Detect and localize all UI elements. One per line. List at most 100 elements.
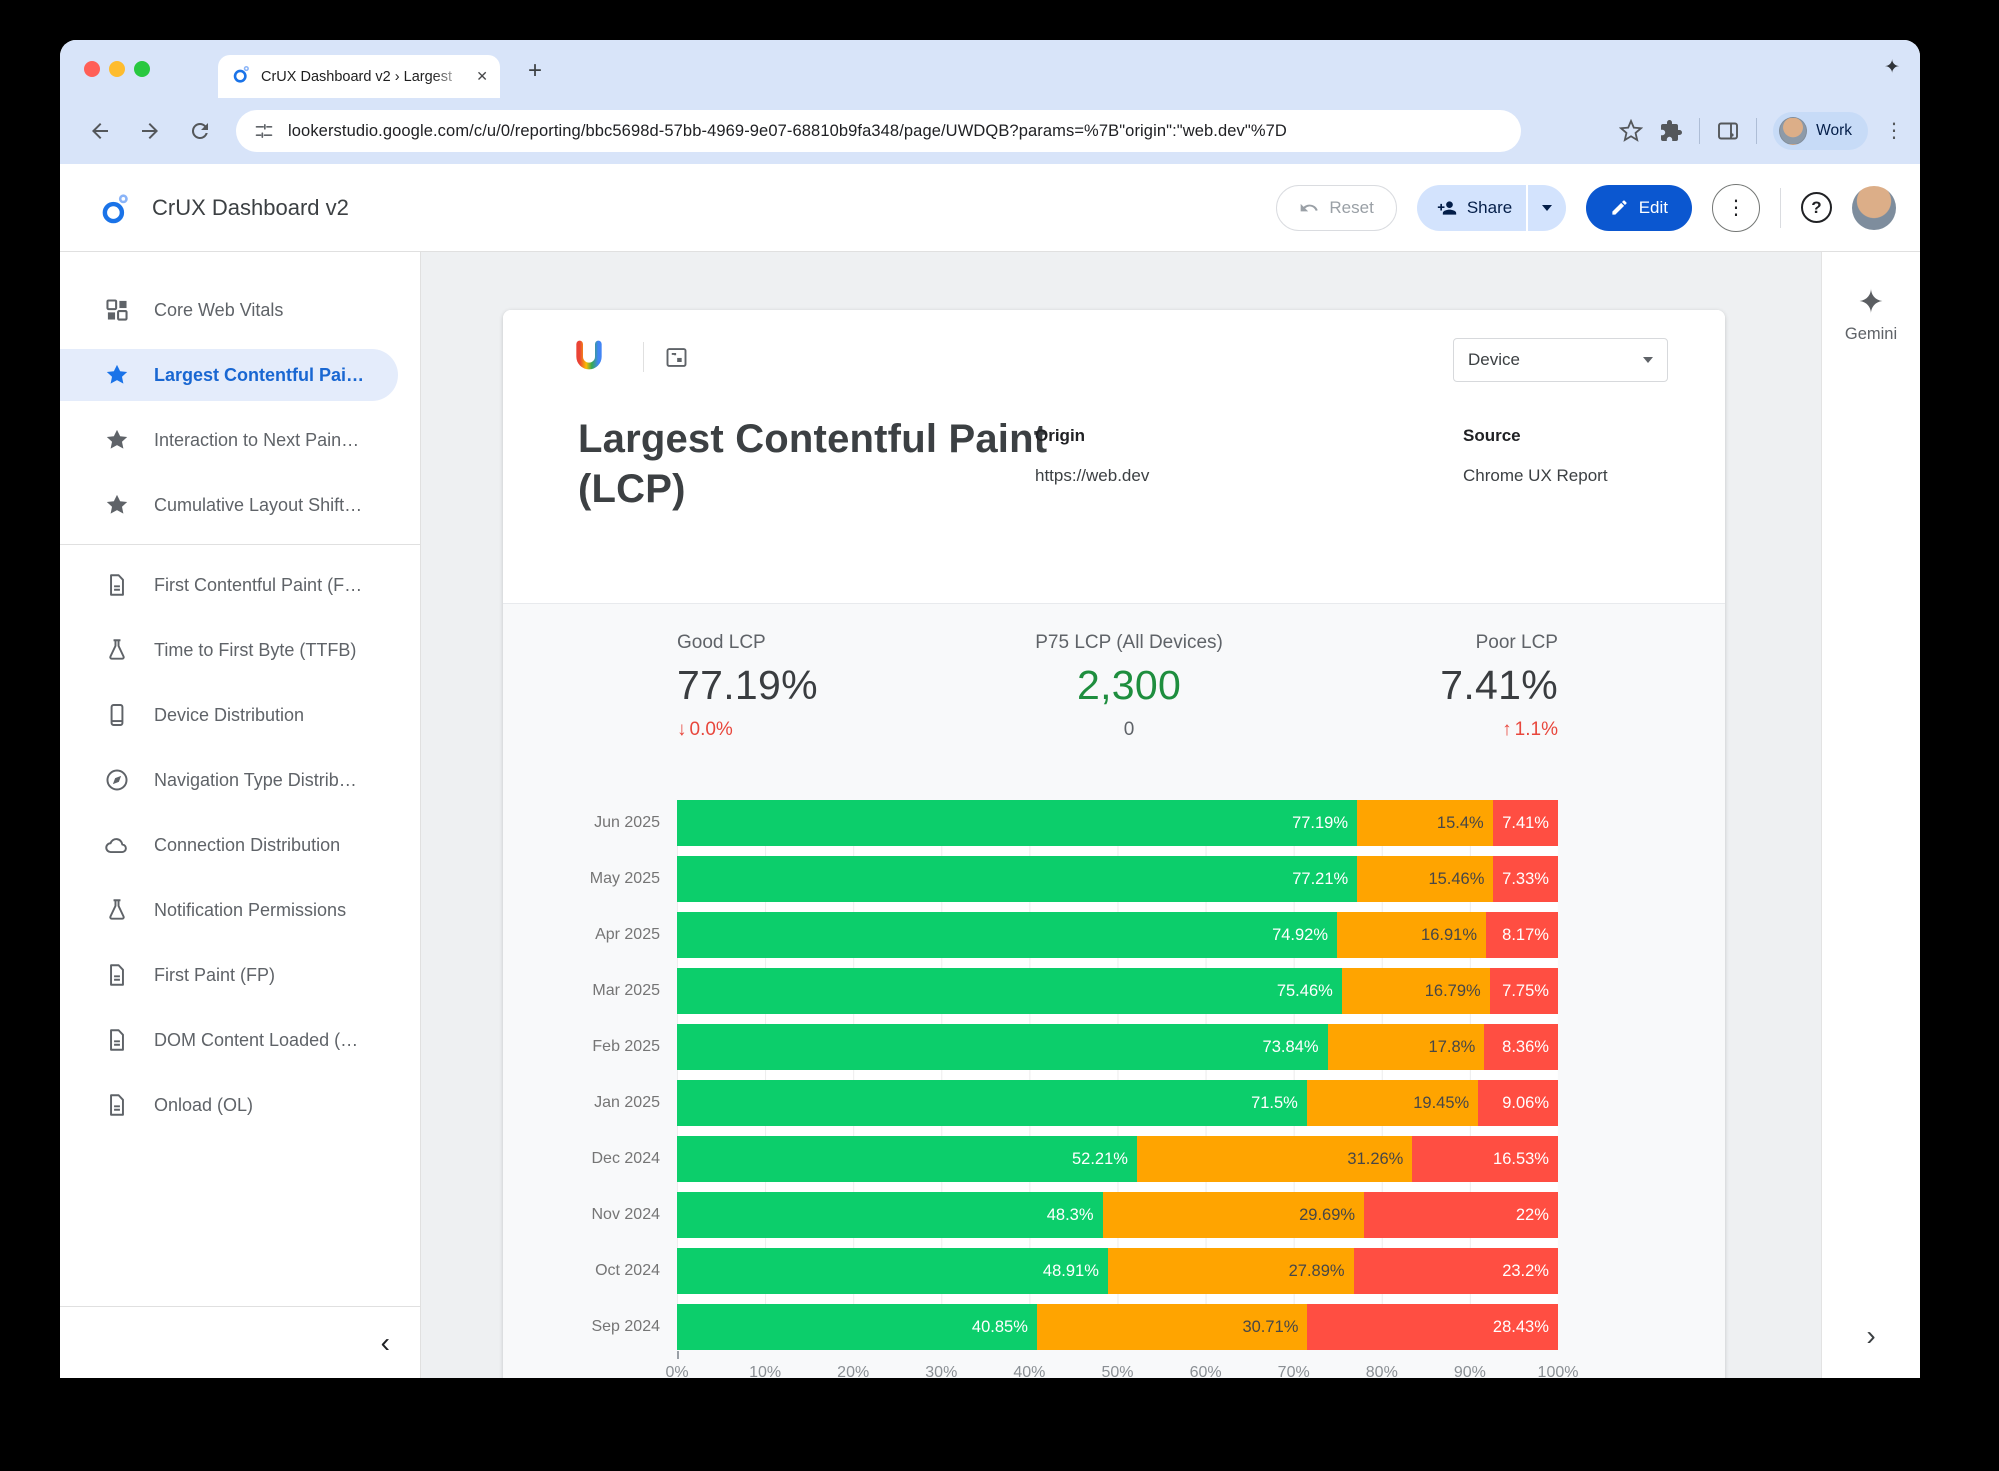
bar-segment-good[interactable]: 40.85% (677, 1304, 1037, 1350)
extensions-icon[interactable] (1659, 119, 1683, 143)
sidebar-item-navigation-type-distrib[interactable]: Navigation Type Distrib… (60, 754, 420, 806)
bar-segment-needs-improvement[interactable]: 30.71% (1037, 1304, 1308, 1350)
bar-segment-poor[interactable]: 7.41% (1493, 800, 1558, 846)
looker-studio-logo-icon (100, 191, 132, 225)
sparkle-icon[interactable]: ✦ (1884, 56, 1900, 79)
help-icon[interactable]: ? (1801, 192, 1832, 223)
back-icon[interactable] (88, 119, 112, 143)
new-tab-button[interactable]: + (518, 54, 552, 88)
sidebar-item-largest-contentful-pai[interactable]: Largest Contentful Pai… (60, 349, 398, 401)
bar-segment-needs-improvement[interactable]: 19.45% (1307, 1080, 1478, 1126)
minimize-window-button[interactable] (109, 61, 125, 77)
stacked-bar[interactable]: 75.46% 16.79% 7.75% (677, 968, 1558, 1014)
sidebar-item-onload-ol[interactable]: Onload (OL) (60, 1079, 420, 1131)
sidebar-item-notification-permissions[interactable]: Notification Permissions (60, 884, 420, 936)
stacked-bar[interactable]: 74.92% 16.91% 8.17% (677, 912, 1558, 958)
bar-segment-needs-improvement[interactable]: 16.91% (1337, 912, 1486, 958)
more-options-button[interactable]: ⋮ (1712, 184, 1760, 232)
tab-close-icon[interactable]: ✕ (476, 68, 488, 85)
bar-segment-needs-improvement[interactable]: 17.8% (1328, 1024, 1485, 1070)
expand-panel-icon[interactable]: › (1866, 1320, 1875, 1352)
browser-menu-icon[interactable]: ⋮ (1884, 121, 1904, 141)
collapse-sidebar-icon[interactable]: ‹ (381, 1327, 390, 1359)
bar-value-label: 15.4% (1437, 814, 1493, 833)
reset-button[interactable]: Reset (1276, 185, 1396, 231)
bar-segment-poor[interactable]: 28.43% (1307, 1304, 1557, 1350)
bar-segment-good[interactable]: 52.21% (677, 1136, 1137, 1182)
x-axis: 0%10%20%30%40%50%60%70%80%90%100% (677, 1364, 1558, 1378)
device-filter-dropdown[interactable]: Device (1453, 338, 1668, 382)
bar-segment-poor[interactable]: 16.53% (1412, 1136, 1558, 1182)
sidebar-item-label: Navigation Type Distrib… (154, 770, 357, 791)
gemini-entry[interactable]: Gemini (1822, 286, 1920, 344)
stacked-bar[interactable]: 52.21% 31.26% 16.53% (677, 1136, 1558, 1182)
zoom-window-button[interactable] (134, 61, 150, 77)
bar-segment-poor[interactable]: 7.33% (1493, 856, 1558, 902)
url-text[interactable]: lookerstudio.google.com/c/u/0/reporting/… (288, 122, 1287, 141)
chart-row: Jan 2025 71.5% 19.45% 9.06% (527, 1080, 1558, 1126)
sidebar-item-label: Time to First Byte (TTFB) (154, 640, 356, 661)
sidebar-item-first-contentful-paint-f[interactable]: First Contentful Paint (F… (60, 559, 420, 611)
stacked-bar[interactable]: 48.91% 27.89% 23.2% (677, 1248, 1558, 1294)
document-icon (104, 1092, 130, 1118)
share-dropdown-button[interactable] (1528, 185, 1566, 231)
divider (60, 544, 420, 545)
reload-icon[interactable] (188, 119, 212, 143)
sidebar-item-device-distribution[interactable]: Device Distribution (60, 689, 420, 741)
bar-segment-good[interactable]: 75.46% (677, 968, 1342, 1014)
bar-segment-needs-improvement[interactable]: 31.26% (1137, 1136, 1412, 1182)
sidebar-item-dom-content-loaded[interactable]: DOM Content Loaded (… (60, 1014, 420, 1066)
sidebar-item-connection-distribution[interactable]: Connection Distribution (60, 819, 420, 871)
browser-tab[interactable]: CrUX Dashboard v2 › Largest ✕ (218, 55, 500, 98)
sidebar-item-core-web-vitals[interactable]: Core Web Vitals (60, 284, 420, 336)
phone-icon (104, 702, 130, 728)
p75-lcp-label: P75 LCP (All Devices) (1035, 632, 1223, 654)
bar-segment-good[interactable]: 71.5% (677, 1080, 1307, 1126)
profile-chip[interactable]: Work (1773, 112, 1868, 150)
sidebar-item-label: Device Distribution (154, 705, 304, 726)
bar-segment-needs-improvement[interactable]: 27.89% (1108, 1248, 1354, 1294)
stacked-bar[interactable]: 77.19% 15.4% 7.41% (677, 800, 1558, 846)
bar-segment-poor[interactable]: 7.75% (1490, 968, 1558, 1014)
url-bar[interactable]: lookerstudio.google.com/c/u/0/reporting/… (236, 110, 1521, 152)
side-panel-icon[interactable] (1716, 119, 1740, 143)
good-lcp-value: 77.19% (677, 662, 818, 709)
bar-segment-needs-improvement[interactable]: 15.46% (1357, 856, 1493, 902)
site-settings-icon[interactable] (254, 121, 274, 141)
user-avatar[interactable] (1852, 186, 1896, 230)
bar-segment-poor[interactable]: 23.2% (1354, 1248, 1558, 1294)
forward-icon[interactable] (138, 119, 162, 143)
source-block: Source Chrome UX Report (1463, 426, 1608, 486)
stacked-bar[interactable]: 48.3% 29.69% 22% (677, 1192, 1558, 1238)
stacked-bar[interactable]: 77.21% 15.46% 7.33% (677, 856, 1558, 902)
bar-segment-good[interactable]: 48.3% (677, 1192, 1103, 1238)
stacked-bar[interactable]: 73.84% 17.8% 8.36% (677, 1024, 1558, 1070)
bar-segment-poor[interactable]: 8.36% (1484, 1024, 1558, 1070)
bar-segment-good[interactable]: 77.19% (677, 800, 1357, 846)
bookmark-star-icon[interactable] (1619, 119, 1643, 143)
stacked-bar[interactable]: 71.5% 19.45% 9.06% (677, 1080, 1558, 1126)
bar-segment-needs-improvement[interactable]: 15.4% (1357, 800, 1493, 846)
bar-segment-good[interactable]: 73.84% (677, 1024, 1328, 1070)
bar-segment-needs-improvement[interactable]: 29.69% (1103, 1192, 1365, 1238)
sidebar-item-interaction-to-next-pain[interactable]: Interaction to Next Pain… (60, 414, 420, 466)
bar-segment-poor[interactable]: 9.06% (1478, 1080, 1558, 1126)
bar-segment-poor[interactable]: 22% (1364, 1192, 1558, 1238)
app-header: CrUX Dashboard v2 Reset Share Edit (60, 164, 1920, 252)
bar-segment-needs-improvement[interactable]: 16.79% (1342, 968, 1490, 1014)
bar-segment-good[interactable]: 74.92% (677, 912, 1337, 958)
edit-button[interactable]: Edit (1586, 185, 1692, 231)
bar-segment-good[interactable]: 77.21% (677, 856, 1357, 902)
bar-value-label: 19.45% (1413, 1094, 1478, 1113)
app-title: CrUX Dashboard v2 (152, 195, 349, 221)
sidebar-item-cumulative-layout-shift[interactable]: Cumulative Layout Shift… (60, 479, 420, 531)
sidebar-item-first-paint-fp[interactable]: First Paint (FP) (60, 949, 420, 1001)
category-label: Dec 2024 (527, 1150, 677, 1168)
close-window-button[interactable] (84, 61, 100, 77)
sidebar-item-time-to-first-byte-ttfb[interactable]: Time to First Byte (TTFB) (60, 624, 420, 676)
share-button[interactable]: Share (1417, 185, 1526, 231)
sidebar-item-label: Onload (OL) (154, 1095, 253, 1116)
bar-segment-good[interactable]: 48.91% (677, 1248, 1108, 1294)
bar-segment-poor[interactable]: 8.17% (1486, 912, 1558, 958)
stacked-bar[interactable]: 40.85% 30.71% 28.43% (677, 1304, 1558, 1350)
